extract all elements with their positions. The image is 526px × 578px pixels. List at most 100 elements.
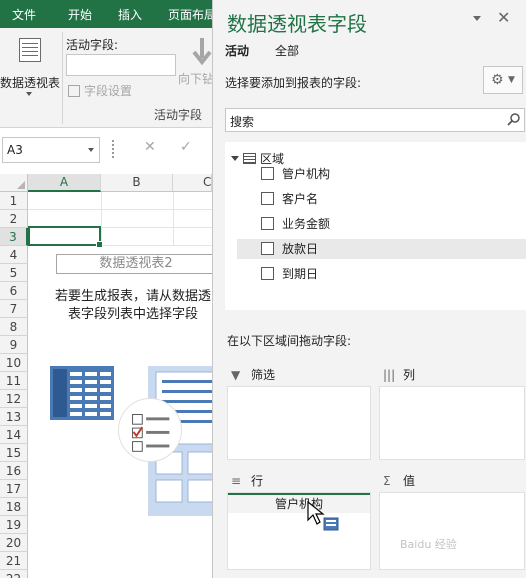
field-settings-label: 字段设置 <box>84 84 133 98</box>
gridline <box>28 209 212 210</box>
pivot-instruction: 若要生成报表，请从数据透 表字段列表中选择字段 <box>38 288 212 324</box>
tab-file[interactable]: 文件 <box>12 6 36 23</box>
tab-home[interactable]: 开始 <box>68 6 92 23</box>
active-cell-a3[interactable] <box>28 226 103 248</box>
row-header-14[interactable]: 14 <box>0 426 28 444</box>
row-header-1[interactable]: 1 <box>0 192 28 210</box>
row-header-16[interactable]: 16 <box>0 462 28 480</box>
row-header-13[interactable]: 13 <box>0 408 28 426</box>
row-header-6[interactable]: 6 <box>0 282 28 300</box>
row-header-10[interactable]: 10 <box>0 354 28 372</box>
table-icon <box>243 153 256 164</box>
row-header-18[interactable]: 18 <box>0 498 28 516</box>
pivot-illustration-checklist-icon <box>118 398 182 462</box>
select-all-corner[interactable] <box>0 174 28 192</box>
drill-down-icon[interactable] <box>192 36 212 66</box>
ribbon-tab-bar: 文件 开始 插入 页面布局 <box>0 0 216 28</box>
cancel-icon[interactable]: ✕ <box>144 139 156 155</box>
gear-icon: ⚙ <box>491 72 504 88</box>
drag-areas-label: 在以下区域间拖动字段: <box>227 334 352 348</box>
field-checkbox[interactable] <box>261 167 274 180</box>
row-header-12[interactable]: 12 <box>0 390 28 408</box>
active-field-input[interactable] <box>66 54 176 76</box>
column-header-c[interactable]: C <box>173 174 212 192</box>
pivot-table-button[interactable]: 数据透视表 <box>0 34 60 126</box>
search-placeholder: 搜索 <box>230 115 255 129</box>
ribbon-group-label: 活动字段 <box>154 108 203 122</box>
row-header-21[interactable]: 21 <box>0 552 28 570</box>
rows-area-item[interactable]: 管户机构 <box>228 493 370 513</box>
name-box-value: A3 <box>7 143 23 157</box>
worksheet[interactable]: A B C 1234567891011121314151617181920212… <box>0 174 212 578</box>
filter-area-drop[interactable] <box>227 386 371 460</box>
filter-icon: ▼ <box>231 368 241 382</box>
column-header-b[interactable]: B <box>101 174 173 192</box>
chevron-down-icon[interactable] <box>473 16 481 21</box>
field-settings-button[interactable]: 字段设置 <box>68 82 132 99</box>
row-header-15[interactable]: 15 <box>0 444 28 462</box>
field-checkbox[interactable] <box>261 242 274 255</box>
formula-bar-grip <box>112 140 115 158</box>
column-header-a[interactable]: A <box>28 174 101 192</box>
field-checkbox[interactable] <box>261 217 274 230</box>
row-header-17[interactable]: 17 <box>0 480 28 498</box>
pivot-fields-panel: 数据透视表字段 ✕ 活动 全部 选择要添加到报表的字段: ⚙ ▼ 搜索 区域 管… <box>212 0 526 578</box>
row-header-19[interactable]: 19 <box>0 516 28 534</box>
field-item-amount[interactable]: 业务金额 <box>261 214 330 234</box>
field-checkbox[interactable] <box>261 192 274 205</box>
pivot-placeholder-title: 数据透视表2 <box>56 254 212 274</box>
pivot-illustration-table-icon <box>50 366 114 420</box>
row-header-9[interactable]: 9 <box>0 336 28 354</box>
rows-area-drop[interactable]: 管户机构 <box>227 492 371 570</box>
rows-area-label: 行 <box>251 474 264 488</box>
search-input[interactable]: 搜索 <box>225 108 525 132</box>
choose-fields-label: 选择要添加到报表的字段: <box>225 76 362 90</box>
tab-all-fields[interactable]: 全部 <box>275 42 299 59</box>
row-header-8[interactable]: 8 <box>0 318 28 336</box>
ribbon-body: 数据透视表 活动字段: 字段设置 向下钻 活动字段 <box>0 28 214 128</box>
ribbon-divider <box>62 32 63 124</box>
row-header-7[interactable]: 7 <box>0 300 28 318</box>
values-area-drop[interactable] <box>379 492 525 570</box>
panel-title: 数据透视表字段 <box>227 12 367 36</box>
pivot-instruction-line2: 表字段列表中选择字段 <box>67 307 198 322</box>
field-list-settings-button[interactable]: ⚙ ▼ <box>483 66 523 94</box>
row-header-22[interactable]: 22 <box>0 570 28 578</box>
row-header-4[interactable]: 4 <box>0 246 28 264</box>
field-item-customer[interactable]: 客户名 <box>261 189 318 209</box>
chevron-down-icon <box>26 92 32 96</box>
formula-bar: A3 ✕ ✓ <box>0 128 212 174</box>
field-checkbox[interactable] <box>261 267 274 280</box>
tab-active-fields[interactable]: 活动 <box>225 42 249 59</box>
close-icon[interactable]: ✕ <box>497 8 510 27</box>
field-label: 客户名 <box>282 192 319 206</box>
field-settings-icon <box>68 85 80 97</box>
name-box[interactable]: A3 <box>2 137 100 163</box>
field-item-loan-date[interactable]: 放款日 <box>237 239 526 259</box>
field-item-branch[interactable]: 管户机构 <box>261 164 330 184</box>
row-header-3[interactable]: 3 <box>0 228 28 246</box>
columns-area-label: 列 <box>403 368 416 382</box>
columns-icon: ||| <box>383 368 396 382</box>
search-icon[interactable] <box>507 113 520 126</box>
pivot-placeholder: 数据透视表2 若要生成报表，请从数据透 表字段列表中选择字段 <box>28 246 212 578</box>
tab-insert[interactable]: 插入 <box>118 6 142 23</box>
field-label: 到期日 <box>282 267 319 281</box>
chevron-down-icon: ▼ <box>508 75 515 85</box>
enter-icon[interactable]: ✓ <box>180 139 192 155</box>
pivot-table-icon <box>19 38 41 62</box>
columns-area-drop[interactable] <box>379 386 525 460</box>
field-item-due-date[interactable]: 到期日 <box>261 264 318 284</box>
chevron-down-icon <box>88 148 94 152</box>
tab-page-layout[interactable]: 页面布局 <box>168 6 216 23</box>
row-header-11[interactable]: 11 <box>0 372 28 390</box>
row-header-20[interactable]: 20 <box>0 534 28 552</box>
collapse-icon[interactable] <box>231 156 239 161</box>
pivot-table-label: 数据透视表 <box>0 76 61 90</box>
row-header-5[interactable]: 5 <box>0 264 28 282</box>
field-label: 业务金额 <box>282 217 331 231</box>
sigma-icon: Σ <box>383 474 391 488</box>
field-label: 管户机构 <box>282 167 331 181</box>
row-header-2[interactable]: 2 <box>0 210 28 228</box>
values-area-label: 值 <box>403 474 416 488</box>
